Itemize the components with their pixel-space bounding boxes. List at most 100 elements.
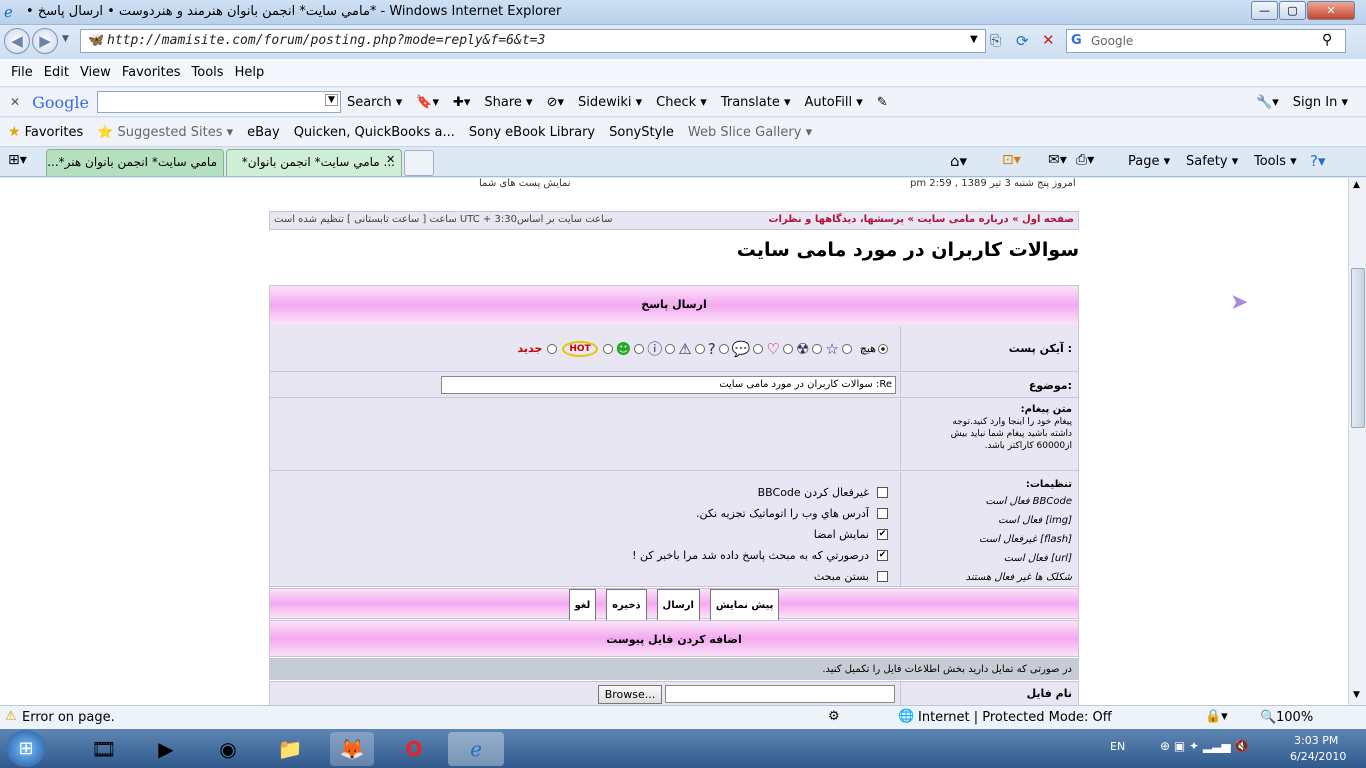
page-menu[interactable]: Page ▾ (1128, 154, 1170, 169)
warning-icon[interactable]: ⚠ (5, 709, 17, 724)
fav-ebay[interactable]: eBay (247, 125, 280, 140)
compat-view-icon[interactable]: ⎘ (990, 33, 1001, 49)
icon-radio[interactable] (782, 343, 793, 354)
file-input[interactable] (665, 685, 895, 703)
sidewiki-button[interactable]: Sidewiki ▾ (578, 95, 642, 110)
scroll-up-icon[interactable]: ▲ (1353, 180, 1360, 190)
clock-time[interactable]: 3:03 PM (1294, 734, 1338, 747)
icon-radio[interactable] (602, 343, 613, 354)
show-signature-checkbox[interactable]: ✔ (877, 529, 888, 540)
close-button[interactable]: ✕ (1307, 1, 1355, 20)
chevron-down-icon[interactable]: ▼ (325, 94, 338, 106)
google-search-button[interactable]: Search ▾ (347, 95, 402, 110)
cancel-button[interactable]: لغو (568, 589, 597, 622)
safety-menu[interactable]: Safety ▾ (1186, 154, 1238, 169)
url-input[interactable]: http://mamisite.com/forum/posting.php?mo… (80, 29, 986, 53)
spellcheck-button[interactable]: Check ▾ (656, 95, 707, 110)
tab-2[interactable]: ... مامي سايت* انجمن بانوان* (226, 149, 402, 176)
error-status[interactable]: Error on page. (22, 710, 115, 725)
zoom-level[interactable]: 100% (1276, 710, 1313, 725)
search-input[interactable]: Google (1066, 29, 1346, 53)
subject-input[interactable]: Re: سوالات کاربران در مورد مامی سایت (441, 376, 896, 394)
wrench-icon[interactable]: 🔧▾ (1256, 95, 1279, 110)
tools-menu[interactable]: Tools ▾ (1254, 154, 1297, 169)
disable-bbcode-checkbox[interactable] (877, 487, 888, 498)
media-player-icon[interactable]: ▶ (144, 732, 188, 766)
history-dropdown-icon[interactable]: ▼ (62, 34, 69, 44)
print-icon[interactable]: ⎙▾ (1076, 152, 1094, 168)
translate-button[interactable]: Translate ▾ (721, 95, 791, 110)
icon-radio[interactable] (694, 343, 705, 354)
icon-radio-none[interactable] (878, 343, 888, 354)
icon-radio[interactable] (841, 343, 852, 354)
plus-icon[interactable]: ✚▾ (453, 95, 470, 110)
menu-favorites[interactable]: Favorites (122, 65, 181, 80)
url-dropdown-icon[interactable]: ▼ (970, 34, 978, 45)
notify-reply-checkbox[interactable]: ✔ (877, 550, 888, 561)
icon-radio[interactable] (547, 343, 558, 354)
chrome-icon[interactable]: ◉ (206, 732, 250, 766)
minimize-button[interactable]: — (1251, 1, 1278, 20)
add-favorite-icon[interactable]: ⭐ (97, 125, 113, 140)
opera-icon[interactable]: O (392, 732, 436, 766)
menu-view[interactable]: View (80, 65, 111, 80)
maximize-button[interactable]: ▢ (1279, 1, 1306, 20)
icon-radio[interactable] (753, 343, 764, 354)
scroll-thumb[interactable] (1351, 268, 1365, 428)
lock-icon[interactable]: 🔒▾ (1205, 709, 1228, 724)
mail-icon[interactable]: ✉▾ (1048, 152, 1067, 168)
clock-date[interactable]: 6/24/2010 (1290, 750, 1346, 763)
google-search-input[interactable]: ▼ (96, 91, 341, 113)
stop-icon[interactable]: ✕ (1042, 31, 1055, 49)
back-icon[interactable]: ◀ (4, 28, 30, 54)
fav-sony-ebook[interactable]: Sony eBook Library (469, 125, 595, 140)
help-icon[interactable]: ?▾ (1310, 152, 1326, 170)
start-button[interactable]: ⊞ (6, 730, 46, 767)
input-language[interactable]: EN (1110, 740, 1125, 753)
home-icon[interactable]: ⌂▾ (950, 152, 967, 170)
icon-radio[interactable] (718, 343, 729, 354)
submit-button[interactable]: ارسال (656, 589, 700, 622)
menu-edit[interactable]: Edit (44, 65, 69, 80)
vertical-scrollbar[interactable]: ▲ ▼ (1348, 178, 1366, 705)
favorites-button[interactable]: Favorites (25, 125, 84, 140)
icon-radio[interactable] (812, 343, 823, 354)
page-title[interactable]: سوالات کاربران در مورد مامی سایت (600, 239, 1079, 261)
save-button[interactable]: ذخیره (606, 589, 647, 622)
icon-radio[interactable] (665, 343, 676, 354)
fav-quicken[interactable]: Quicken, QuickBooks a... (294, 125, 455, 140)
highlighter-icon[interactable]: ✎ (877, 95, 888, 110)
breadcrumb[interactable]: صفحه اول » درباره مامی سایت » پرسشها، دی… (768, 214, 1074, 225)
tab-1[interactable]: مامي سايت* انجمن بانوان هنر*... (46, 149, 224, 176)
share-button[interactable]: Share ▾ (484, 95, 532, 110)
menu-tools[interactable]: Tools (192, 65, 224, 80)
icon-radio[interactable] (634, 343, 645, 354)
autofill-button[interactable]: AutoFill ▾ (805, 95, 863, 110)
ie-taskbar-icon[interactable]: ℯ (448, 732, 504, 766)
new-tab-button[interactable] (404, 150, 434, 176)
popup-blocker-icon[interactable]: ⊘▾ (547, 95, 564, 110)
refresh-icon[interactable]: ⟳ (1016, 32, 1029, 50)
fav-suggested-sites[interactable]: Suggested Sites ▾ (117, 125, 233, 140)
your-posts-link[interactable]: نمایش پست های شما (479, 178, 571, 189)
menu-help[interactable]: Help (235, 65, 265, 80)
close-tab-icon[interactable]: ✕ (386, 153, 395, 166)
scroll-down-icon[interactable]: ▼ (1353, 690, 1360, 700)
media-center-icon[interactable]: 🎞 (82, 732, 126, 766)
forward-icon[interactable]: ▶ (32, 28, 58, 54)
menu-file[interactable]: File (11, 65, 33, 80)
addon-icon[interactable]: ⚙ (828, 709, 840, 724)
bookmark-icon[interactable]: 🔖▾ (416, 95, 439, 110)
lock-topic-checkbox[interactable] (877, 571, 888, 582)
explorer-folder-icon[interactable]: 📁 (268, 732, 312, 766)
quick-tabs-icon[interactable]: ⊞▾ (8, 152, 27, 168)
fav-sonystyle[interactable]: SonyStyle (609, 125, 674, 140)
tray-icons[interactable]: ⊕ ▣ ✦ ▂▃▅ 🔇 (1160, 739, 1249, 753)
no-url-parse-checkbox[interactable] (877, 508, 888, 519)
search-icon[interactable]: ⚲ (1322, 32, 1332, 48)
firefox-icon[interactable]: 🦊 (330, 732, 374, 766)
close-toolbar-icon[interactable]: ✕ (10, 95, 20, 109)
feeds-icon[interactable]: ⊡▾ (1002, 152, 1021, 168)
sign-in-button[interactable]: Sign In ▾ (1293, 95, 1348, 110)
fav-web-slice-gallery[interactable]: Web Slice Gallery ▾ (688, 125, 812, 140)
